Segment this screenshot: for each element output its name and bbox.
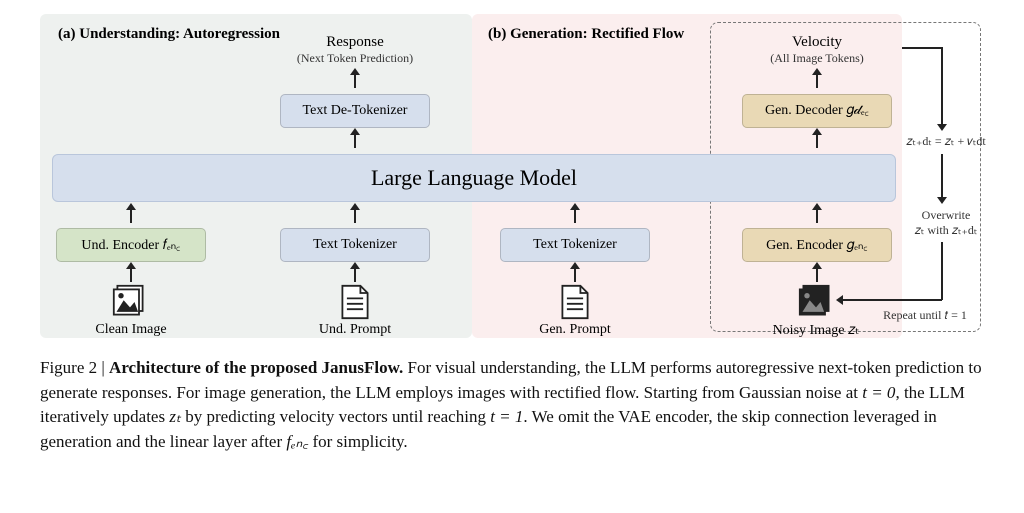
loop-arrow — [941, 242, 943, 300]
noisy-image-label: Noisy Image 𝑧ₜ — [736, 322, 896, 339]
caption-bold: Architecture of the proposed JanusFlow. — [109, 358, 403, 377]
loop-arrow — [941, 47, 943, 125]
caption-t0: t = 0 — [862, 383, 895, 402]
arrow-up-icon — [816, 209, 818, 223]
document-icon — [337, 284, 373, 320]
text-tokenizer-b-node: Text Tokenizer — [500, 228, 650, 262]
panel-b-title: (b) Generation: Rectified Flow — [488, 26, 684, 43]
text-tokenizer-a-label: Text Tokenizer — [313, 237, 397, 253]
velocity-stack: Velocity (All Image Tokens) — [732, 34, 902, 66]
gen-decoder-label: Gen. Decoder 𝑔𝒹ₑ꜀ — [765, 103, 869, 119]
caption-lead: Figure 2 | — [40, 358, 109, 377]
arrow-up-icon — [130, 268, 132, 282]
arrow-down-icon — [937, 124, 947, 131]
velocity-text: Velocity — [732, 34, 902, 51]
und-encoder-node: Und. Encoder 𝑓ₑₙ꜀ — [56, 228, 206, 262]
arrow-up-icon — [354, 74, 356, 88]
update-equation: 𝑧ₜ₊dₜ = 𝑧ₜ + 𝑣ₜdt — [901, 134, 991, 149]
arrow-up-icon — [574, 209, 576, 223]
response-sub: (Next Token Prediction) — [270, 51, 440, 66]
und-encoder-label: Und. Encoder 𝑓ₑₙ꜀ — [81, 237, 180, 254]
arrow-up-icon — [354, 209, 356, 223]
arrow-up-icon — [354, 268, 356, 282]
arrow-up-icon — [816, 134, 818, 148]
overwrite-text: Overwrite 𝑧ₜ with 𝑧ₜ₊dₜ — [908, 208, 984, 238]
arrow-up-icon — [816, 268, 818, 282]
arrow-down-icon — [937, 197, 947, 204]
overwrite-line1: Overwrite — [908, 208, 984, 223]
text-detokenizer-node: Text De-Tokenizer — [280, 94, 430, 128]
gen-encoder-label: Gen. Encoder 𝑔ₑₙ꜀ — [766, 237, 868, 254]
llm-label: Large Language Model — [371, 165, 577, 191]
gen-prompt-label: Gen. Prompt — [500, 322, 650, 338]
caption-body5: for simplicity. — [308, 432, 407, 451]
velocity-sub: (All Image Tokens) — [732, 51, 902, 66]
loop-arrow — [941, 154, 943, 198]
llm-bar: Large Language Model — [52, 154, 896, 202]
gen-encoder-node: Gen. Encoder 𝑔ₑₙ꜀ — [742, 228, 892, 262]
caption-fenc: fₑₙ꜀ — [286, 432, 308, 451]
caption-body3: by predicting velocity vectors until rea… — [181, 407, 490, 426]
clean-image-label: Clean Image — [56, 322, 206, 338]
arrow-up-icon — [354, 134, 356, 148]
arrow-left-icon — [836, 295, 843, 305]
arrow-up-icon — [816, 74, 818, 88]
architecture-diagram: (a) Understanding: Autoregression (b) Ge… — [40, 14, 984, 338]
text-tokenizer-a-node: Text Tokenizer — [280, 228, 430, 262]
figure-caption: Figure 2 | Architecture of the proposed … — [40, 356, 984, 455]
loop-arrow — [902, 47, 942, 49]
repeat-text: Repeat until 𝑡 = 1 — [870, 308, 980, 323]
response-stack: Response (Next Token Prediction) — [270, 34, 440, 66]
response-text: Response — [270, 34, 440, 51]
caption-t1: t = 1 — [490, 407, 523, 426]
loop-arrow — [842, 299, 942, 301]
noisy-image-icon — [798, 284, 834, 320]
panel-a-title: (a) Understanding: Autoregression — [58, 26, 280, 43]
arrow-up-icon — [130, 209, 132, 223]
image-icon — [112, 284, 148, 320]
gen-decoder-node: Gen. Decoder 𝑔𝒹ₑ꜀ — [742, 94, 892, 128]
und-prompt-label: Und. Prompt — [280, 322, 430, 338]
document-icon — [557, 284, 593, 320]
detokenizer-label: Text De-Tokenizer — [303, 103, 408, 119]
overwrite-line2: 𝑧ₜ with 𝑧ₜ₊dₜ — [908, 223, 984, 238]
text-tokenizer-b-label: Text Tokenizer — [533, 237, 617, 253]
caption-zt: zₜ — [169, 407, 181, 426]
arrow-up-icon — [574, 268, 576, 282]
